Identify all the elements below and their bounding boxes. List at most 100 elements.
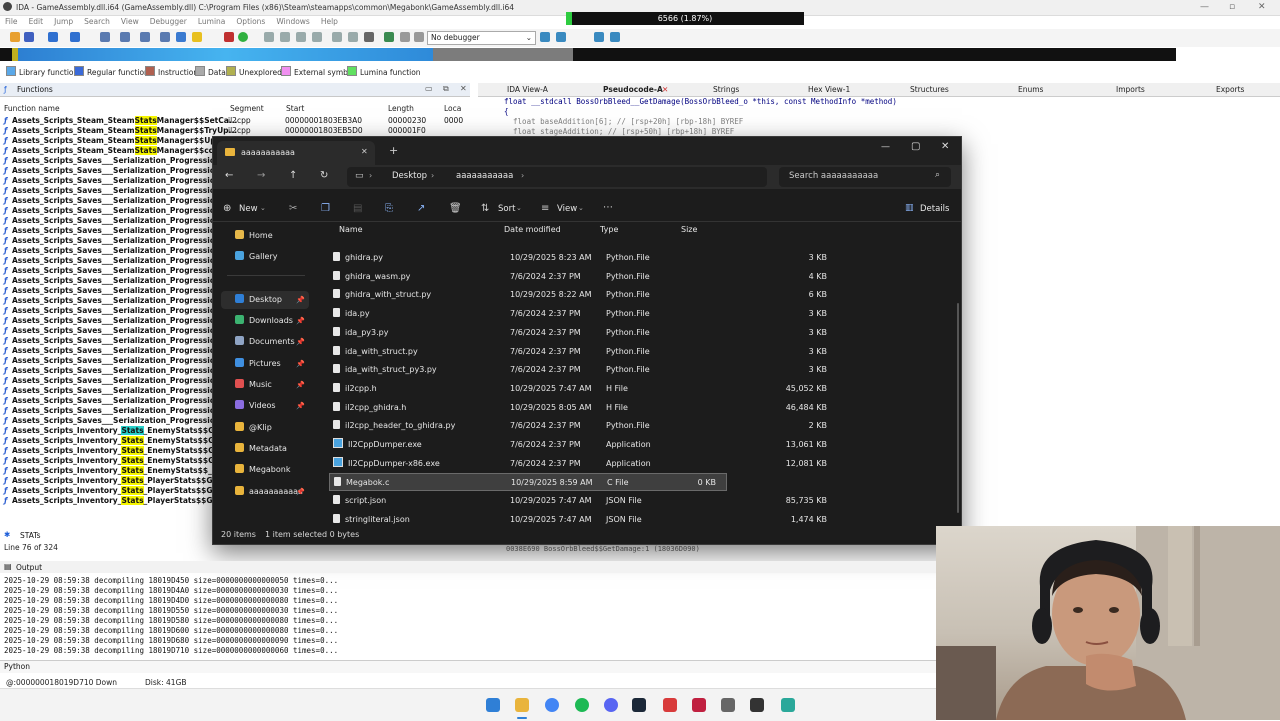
cancel-icon[interactable] — [364, 32, 374, 42]
close-icon[interactable]: ✕ — [361, 147, 368, 156]
function-row[interactable]: ƒ Assets_Scripts_Inventory_Stats_PlayerSt… — [4, 486, 218, 496]
file-row[interactable]: script.json 10/29/2025 7:47 AM JSON File 85… — [329, 492, 837, 510]
tab-ida-view[interactable]: IDA View-A — [507, 85, 548, 94]
tool-icon[interactable] — [296, 32, 306, 42]
function-row[interactable]: ƒ Assets_Scripts_Inventory_Stats_EnemySta… — [4, 466, 221, 476]
function-row[interactable]: ƒ Assets_Scripts_Steam_SteamStatsManager$… — [4, 126, 426, 136]
function-row[interactable]: ƒ Assets_Scripts_Steam_SteamStatsManager$… — [4, 116, 463, 126]
tool-icon[interactable] — [332, 32, 342, 42]
close-icon[interactable]: ✕ — [460, 84, 467, 93]
file-row[interactable]: Il2CppDumper.exe 7/6/2024 2:37 PM Applicat… — [329, 436, 837, 454]
file-row[interactable]: ida_with_struct.py 7/6/2024 2:37 PM Python… — [329, 343, 837, 361]
function-row[interactable]: ƒ Assets_Scripts_Steam_SteamStatsManager$… — [4, 136, 221, 146]
restore-icon[interactable]: ▭ — [425, 84, 433, 93]
col-start[interactable]: Start — [286, 104, 304, 113]
scrollbar[interactable] — [957, 303, 959, 513]
menu-options[interactable]: Options — [236, 15, 265, 29]
python-input-bar[interactable]: Python — [0, 660, 936, 673]
function-row[interactable]: ƒ Assets_Scripts_Saves___Serialization_Pr… — [4, 406, 220, 416]
file-row[interactable]: ghidra.py 10/29/2025 8:23 AM Python.File 3 … — [329, 249, 837, 267]
pause-icon[interactable] — [400, 32, 410, 42]
close-icon[interactable]: ✕ — [941, 141, 949, 152]
tool-icon[interactable] — [556, 32, 566, 42]
nav-item-pictures[interactable]: Pictures 📌 — [221, 355, 309, 373]
tool-icon[interactable] — [594, 32, 604, 42]
download-icon[interactable] — [176, 32, 186, 42]
function-row[interactable]: ƒ Assets_Scripts_Inventory_Stats_EnemySta… — [4, 456, 219, 466]
close-icon[interactable]: ✕ — [1258, 2, 1266, 12]
tab-pseudocode[interactable]: Pseudocode-A — [603, 85, 663, 94]
nav-item-videos[interactable]: Videos 📌 — [221, 397, 309, 415]
explorer-file-list[interactable]: ghidra.py 10/29/2025 8:23 AM Python.File 3 … — [323, 225, 827, 525]
file-row[interactable]: ida.py 7/6/2024 2:37 PM Python.File 3 KB — [329, 305, 837, 323]
nav-item-downloads[interactable]: Downloads 📌 — [221, 312, 309, 330]
menu-debugger[interactable]: Debugger — [150, 15, 187, 29]
tool-icon[interactable] — [312, 32, 322, 42]
tab-exports[interactable]: Exports — [1216, 85, 1244, 94]
python-label[interactable]: Python — [4, 662, 30, 671]
tool-icon[interactable] — [140, 32, 150, 42]
tool-icon[interactable] — [160, 32, 170, 42]
function-row[interactable]: ƒ Assets_Scripts_Inventory_Stats_PlayerSt… — [4, 476, 218, 486]
refresh-icon[interactable]: ↻ — [320, 170, 328, 181]
file-row[interactable]: ida_with_struct_py3.py 7/6/2024 2:37 PM Py… — [329, 361, 837, 379]
file-row[interactable]: ghidra_wasm.py 7/6/2024 2:37 PM Python.Fil… — [329, 268, 837, 286]
col-function-name[interactable]: Function name — [4, 104, 60, 113]
pseudocode-view[interactable]: float __stdcall BossOrbBleed__GetDamage(… — [486, 97, 1276, 137]
share-icon[interactable]: ↗ — [417, 203, 425, 214]
chrome-icon[interactable] — [545, 698, 559, 712]
file-row[interactable]: ida_py3.py 7/6/2024 2:37 PM Python.File 3 K… — [329, 324, 837, 342]
function-row[interactable]: ƒ Assets_Scripts_Inventory_Stats_PlayerSt… — [4, 496, 218, 506]
breadcrumb-folder[interactable]: aaaaaaaaaaa — [456, 171, 513, 181]
function-row[interactable]: ƒ Assets_Scripts_Saves___Serialization_Pr… — [4, 186, 220, 196]
function-row[interactable]: ƒ Assets_Scripts_Saves___Serialization_Pr… — [4, 296, 220, 306]
file-explorer-icon[interactable] — [515, 698, 529, 712]
file-row[interactable]: Megabok.c 10/29/2025 8:59 AM C File 0 KB — [329, 473, 727, 492]
file-row[interactable]: il2cpp.h 10/29/2025 7:47 AM H File 45,052 K… — [329, 380, 837, 398]
menu-file[interactable]: File — [5, 15, 18, 29]
tool-icon[interactable] — [280, 32, 290, 42]
function-row[interactable]: ƒ Assets_Scripts_Inventory_Stats_EnemySta… — [4, 426, 219, 436]
sort-button[interactable]: Sort — [498, 204, 515, 214]
tab-imports[interactable]: Imports — [1116, 85, 1145, 94]
menu-windows[interactable]: Windows — [276, 15, 309, 29]
nav-item-aaaaaaaaaaa[interactable]: aaaaaaaaaaa 📌 — [221, 483, 309, 501]
menu-jump[interactable]: Jump — [54, 15, 73, 29]
menu-search[interactable]: Search — [84, 15, 110, 29]
function-row[interactable]: ƒ Assets_Scripts_Saves___Serialization_Pr… — [4, 286, 220, 296]
back-icon[interactable] — [48, 32, 58, 42]
ida-icon[interactable] — [750, 698, 764, 712]
function-row[interactable]: ƒ Assets_Scripts_Saves___Serialization_Pr… — [4, 216, 220, 226]
close-icon[interactable]: ✕ — [662, 85, 668, 94]
function-row[interactable]: ƒ Assets_Scripts_Saves___Serialization_Pr… — [4, 346, 220, 356]
windows-start-icon[interactable] — [486, 698, 500, 712]
function-row[interactable]: ƒ Assets_Scripts_Saves___Serialization_Pr… — [4, 266, 220, 276]
nav-item-metadata[interactable]: Metadata — [221, 440, 309, 458]
forward-icon[interactable] — [70, 32, 80, 42]
app-stripes-icon[interactable] — [692, 698, 706, 712]
function-row[interactable]: ƒ Assets_Scripts_Saves___Serialization_Pr… — [4, 196, 220, 206]
tool-icon[interactable] — [264, 32, 274, 42]
tab-hex-view[interactable]: Hex View-1 — [808, 85, 850, 94]
function-row[interactable]: ƒ Assets_Scripts_Saves___Serialization_Pr… — [4, 336, 220, 346]
function-row[interactable]: ƒ Assets_Scripts_Saves___Serialization_Pr… — [4, 236, 220, 246]
menu-view[interactable]: View — [121, 15, 139, 29]
float-icon[interactable]: ⧉ — [443, 84, 449, 94]
tool-icon[interactable] — [348, 32, 358, 42]
col-locals[interactable]: Loca — [444, 104, 461, 113]
tab-strings[interactable]: Strings — [713, 85, 739, 94]
function-row[interactable]: ƒ Assets_Scripts_Saves___Serialization_Pr… — [4, 166, 220, 176]
debugger-select[interactable]: No debugger ⌄ — [427, 31, 536, 45]
tool-icon[interactable] — [610, 32, 620, 42]
function-row[interactable]: ƒ Assets_Scripts_Saves___Serialization_Pr… — [4, 316, 220, 326]
function-row[interactable]: ƒ Assets_Scripts_Saves___Serialization_Pr… — [4, 276, 220, 286]
function-row[interactable]: ƒ Assets_Scripts_Saves___Serialization_Pr… — [4, 416, 220, 426]
rename-icon[interactable]: ⎘ — [385, 203, 393, 214]
steam-icon[interactable] — [632, 698, 646, 712]
search-box[interactable]: Search aaaaaaaaaaa ⌕ — [779, 167, 951, 187]
nav-item-desktop[interactable]: Desktop 📌 — [221, 291, 309, 309]
details-button[interactable]: Details — [920, 204, 949, 214]
function-row[interactable]: ƒ Assets_Scripts_Saves___Serialization_Pr… — [4, 306, 220, 316]
function-row[interactable]: ƒ Assets_Scripts_Saves___Serialization_Pr… — [4, 366, 220, 376]
address-bar[interactable]: ▭ › Desktop › aaaaaaaaaaa › — [347, 167, 767, 187]
